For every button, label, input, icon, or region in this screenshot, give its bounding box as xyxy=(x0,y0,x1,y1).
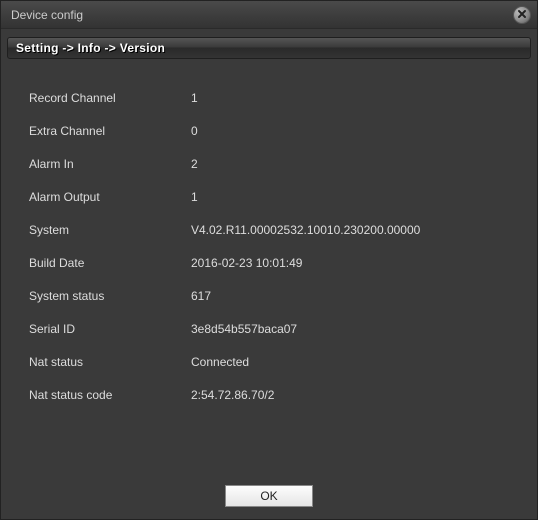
device-config-window: Device config Setting -> Info -> Version… xyxy=(0,0,538,520)
breadcrumb-bar: Setting -> Info -> Version xyxy=(7,37,531,59)
window-title: Device config xyxy=(11,8,513,22)
info-row: Serial ID 3e8d54b557baca07 xyxy=(29,322,527,337)
info-label: Record Channel xyxy=(29,91,191,106)
close-icon xyxy=(517,6,527,24)
info-value: 0 xyxy=(191,124,198,139)
dialog-footer: OK xyxy=(1,475,537,519)
info-row: Nat status Connected xyxy=(29,355,527,370)
info-row: System status 617 xyxy=(29,289,527,304)
info-row: Build Date 2016-02-23 10:01:49 xyxy=(29,256,527,271)
version-info-panel: Record Channel 1 Extra Channel 0 Alarm I… xyxy=(1,63,537,475)
info-value: 1 xyxy=(191,91,198,106)
info-label: Nat status xyxy=(29,355,191,370)
info-label: Serial ID xyxy=(29,322,191,337)
info-label: Alarm In xyxy=(29,157,191,172)
info-value: 2016-02-23 10:01:49 xyxy=(191,256,302,271)
info-row: Nat status code 2:54.72.86.70/2 xyxy=(29,388,527,403)
close-button[interactable] xyxy=(513,6,531,24)
info-value: 2:54.72.86.70/2 xyxy=(191,388,274,403)
info-row: Extra Channel 0 xyxy=(29,124,527,139)
info-label: Build Date xyxy=(29,256,191,271)
titlebar: Device config xyxy=(1,1,537,29)
info-value: 617 xyxy=(191,289,211,304)
info-value: V4.02.R11.00002532.10010.230200.00000 xyxy=(191,223,420,238)
info-row: System V4.02.R11.00002532.10010.230200.0… xyxy=(29,223,527,238)
info-value: 3e8d54b557baca07 xyxy=(191,322,297,337)
info-value: 1 xyxy=(191,190,198,205)
info-value: 2 xyxy=(191,157,198,172)
info-row: Alarm Output 1 xyxy=(29,190,527,205)
ok-button[interactable]: OK xyxy=(225,485,313,507)
info-label: Nat status code xyxy=(29,388,191,403)
info-row: Alarm In 2 xyxy=(29,157,527,172)
breadcrumb: Setting -> Info -> Version xyxy=(16,41,165,55)
info-row: Record Channel 1 xyxy=(29,91,527,106)
info-label: Extra Channel xyxy=(29,124,191,139)
info-label: Alarm Output xyxy=(29,190,191,205)
info-label: System status xyxy=(29,289,191,304)
info-value: Connected xyxy=(191,355,249,370)
info-label: System xyxy=(29,223,191,238)
